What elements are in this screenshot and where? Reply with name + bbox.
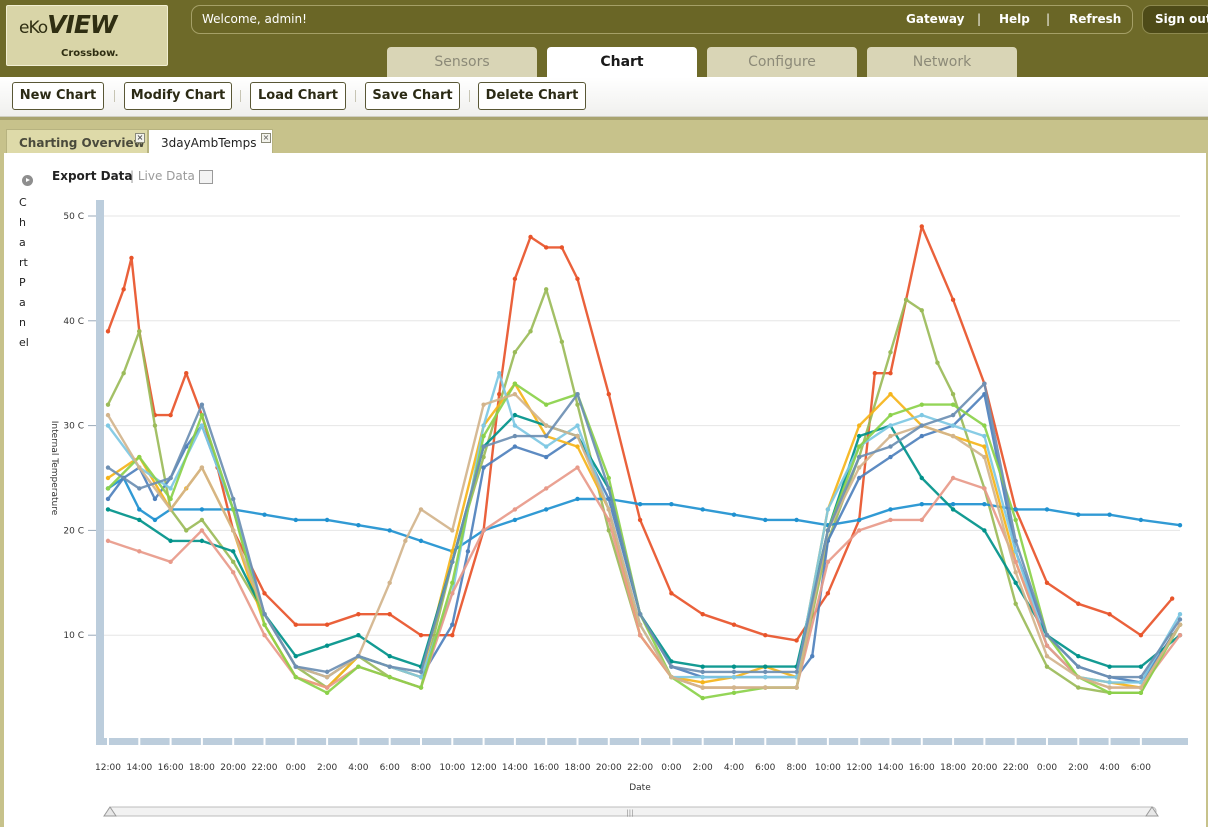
tab-chart[interactable]: Chart xyxy=(547,47,697,77)
live-data-checkbox[interactable] xyxy=(199,170,213,184)
tab-label: Charting Overview xyxy=(19,136,145,150)
tab-3dayambtemps[interactable]: 3dayAmbTemps × xyxy=(148,129,273,156)
close-icon[interactable]: × xyxy=(135,133,145,143)
logo-crossbow: Crossbow. xyxy=(61,48,119,59)
gateway-link[interactable]: Gateway xyxy=(906,12,964,26)
welcome-bar: Welcome, admin! Gateway | Help | Refresh xyxy=(191,5,1133,34)
help-link[interactable]: Help xyxy=(999,12,1030,26)
chart-toolbar: New Chart Modify Chart Load Chart Save C… xyxy=(0,77,1208,117)
tab-configure[interactable]: Configure xyxy=(707,47,857,77)
load-chart-button[interactable]: Load Chart xyxy=(250,82,346,110)
chart-content xyxy=(0,153,1208,827)
export-data-link[interactable]: Export Data xyxy=(52,169,133,183)
delete-chart-button[interactable]: Delete Chart xyxy=(478,82,586,110)
top-header: eKoVIEW Crossbow. Welcome, admin! Gatewa… xyxy=(0,0,1208,77)
chart-panel-label[interactable]: Chart Panel xyxy=(19,193,29,353)
toolbar-divider xyxy=(469,90,470,102)
logo-wordmark: eKoVIEW xyxy=(19,10,117,39)
welcome-text: Welcome, admin! xyxy=(202,12,307,26)
chart-tabs-bar: Charting Overview × 3dayAmbTemps × xyxy=(0,117,1208,156)
expand-panel-icon[interactable] xyxy=(22,175,33,186)
tab-charting-overview[interactable]: Charting Overview × xyxy=(6,129,148,156)
tab-label: 3dayAmbTemps xyxy=(161,136,257,150)
new-chart-button[interactable]: New Chart xyxy=(12,82,104,110)
close-icon[interactable]: × xyxy=(261,133,271,143)
ekoview-logo: eKoVIEW Crossbow. xyxy=(6,5,168,66)
modify-chart-button[interactable]: Modify Chart xyxy=(124,82,232,110)
link-separator: | xyxy=(977,12,982,26)
sign-out-button[interactable]: Sign out xyxy=(1142,5,1208,34)
refresh-link[interactable]: Refresh xyxy=(1069,12,1121,26)
link-separator: | xyxy=(1046,12,1051,26)
live-data-label: | Live Data xyxy=(130,169,195,183)
save-chart-button[interactable]: Save Chart xyxy=(365,82,460,110)
tab-sensors[interactable]: Sensors xyxy=(387,47,537,77)
toolbar-divider xyxy=(355,90,356,102)
toolbar-divider xyxy=(240,90,241,102)
tab-network[interactable]: Network xyxy=(867,47,1017,77)
toolbar-divider xyxy=(114,90,115,102)
